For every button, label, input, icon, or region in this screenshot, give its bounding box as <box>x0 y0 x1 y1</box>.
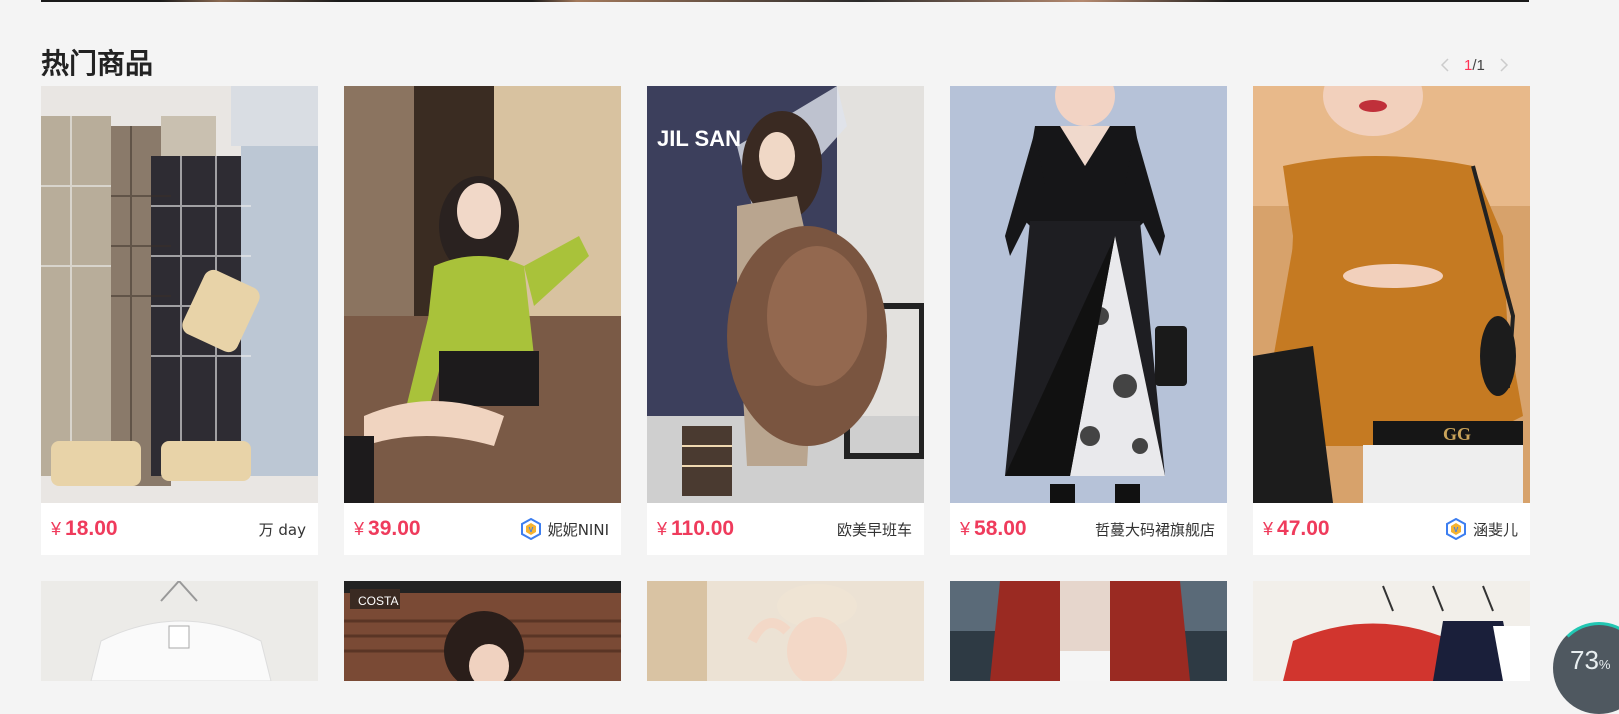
shop-name[interactable]: 哲蔓大码裙旗舰店 <box>1095 519 1215 540</box>
product-card[interactable]: COSTA <box>344 581 621 681</box>
shop-name-text: 万 day <box>258 520 306 539</box>
verified-shop-icon: V <box>520 518 542 540</box>
banner-bottom-edge <box>41 0 1529 2</box>
shop-name[interactable]: 欧美早班车 <box>837 519 912 540</box>
currency-symbol: ¥ <box>657 519 668 539</box>
product-image[interactable]: GG <box>1253 86 1530 503</box>
product-info: ¥47.00 V 涵斐儿 <box>1253 503 1530 555</box>
price-value: 47.00 <box>1277 517 1330 540</box>
product-image[interactable] <box>950 86 1227 503</box>
product-card[interactable]: ¥39.00 V 妮妮NINI <box>344 86 621 555</box>
progress-value: 73% <box>1570 645 1610 676</box>
shop-name-text: 涵斐儿 <box>1472 520 1518 539</box>
product-image[interactable] <box>647 581 924 681</box>
price-value: 18.00 <box>65 517 118 540</box>
product-price: ¥39.00 <box>354 517 421 541</box>
price-value: 58.00 <box>974 517 1027 540</box>
svg-text:COSTA: COSTA <box>358 594 398 608</box>
shop-name-text: 妮妮NINI <box>547 520 609 539</box>
shop-name-text: 哲蔓大码裙旗舰店 <box>1094 520 1215 539</box>
currency-symbol: ¥ <box>960 519 971 539</box>
next-page-icon[interactable] <box>1499 58 1509 72</box>
progress-unit: % <box>1598 657 1611 672</box>
shop-name-text: 欧美早班车 <box>836 520 912 539</box>
product-card[interactable]: JIL SAN ¥110.00 欧美早班车 <box>647 86 924 555</box>
product-card[interactable] <box>950 581 1227 681</box>
product-image[interactable] <box>950 581 1227 681</box>
product-info: ¥39.00 V 妮妮NINI <box>344 503 621 555</box>
product-price: ¥58.00 <box>960 517 1027 541</box>
verified-shop-icon: V <box>1445 518 1467 540</box>
shop-name[interactable]: V 涵斐儿 <box>1445 518 1518 540</box>
currency-symbol: ¥ <box>354 519 365 539</box>
shop-name[interactable]: V 妮妮NINI <box>520 518 609 540</box>
product-grid: ¥18.00 万 day ¥39.00 V 妮妮NINI JIL SAN ¥ 1… <box>41 86 1530 681</box>
product-price: ¥18.00 <box>51 517 118 541</box>
progress-number: 73 <box>1570 645 1599 675</box>
svg-text:JIL SAN: JIL SAN <box>657 126 741 151</box>
product-image[interactable] <box>1253 581 1530 681</box>
page-indicator: 1 / 1 <box>1464 57 1485 74</box>
product-card[interactable]: ¥58.00 哲蔓大码裙旗舰店 <box>950 86 1227 555</box>
prev-page-icon[interactable] <box>1440 58 1450 72</box>
section-title: 热门商品 <box>41 47 154 80</box>
product-info: ¥18.00 万 day <box>41 503 318 555</box>
product-card[interactable] <box>1253 581 1530 681</box>
product-info: ¥110.00 欧美早班车 <box>647 503 924 555</box>
total-pages: 1 <box>1476 56 1485 74</box>
product-image[interactable] <box>41 86 318 503</box>
price-value: 110.00 <box>671 517 735 540</box>
price-value: 39.00 <box>368 517 421 540</box>
current-page: 1 <box>1464 56 1473 74</box>
product-card[interactable] <box>41 581 318 681</box>
shop-name[interactable]: 万 day <box>259 519 306 540</box>
svg-text:V: V <box>528 527 533 534</box>
product-image[interactable]: COSTA <box>344 581 621 681</box>
product-image[interactable]: JIL SAN <box>647 86 924 503</box>
product-card[interactable]: GG ¥47.00 V 涵斐儿 <box>1253 86 1530 555</box>
pager: 1 / 1 <box>1440 55 1509 75</box>
svg-text:V: V <box>1454 527 1459 534</box>
product-price: ¥110.00 <box>657 517 734 541</box>
product-info: ¥58.00 哲蔓大码裙旗舰店 <box>950 503 1227 555</box>
product-image[interactable] <box>344 86 621 503</box>
product-price: ¥47.00 <box>1263 517 1330 541</box>
product-image[interactable] <box>41 581 318 681</box>
currency-symbol: ¥ <box>51 519 62 539</box>
product-card[interactable] <box>647 581 924 681</box>
product-card[interactable]: ¥18.00 万 day <box>41 86 318 555</box>
svg-text:GG: GG <box>1443 424 1471 444</box>
currency-symbol: ¥ <box>1263 519 1274 539</box>
